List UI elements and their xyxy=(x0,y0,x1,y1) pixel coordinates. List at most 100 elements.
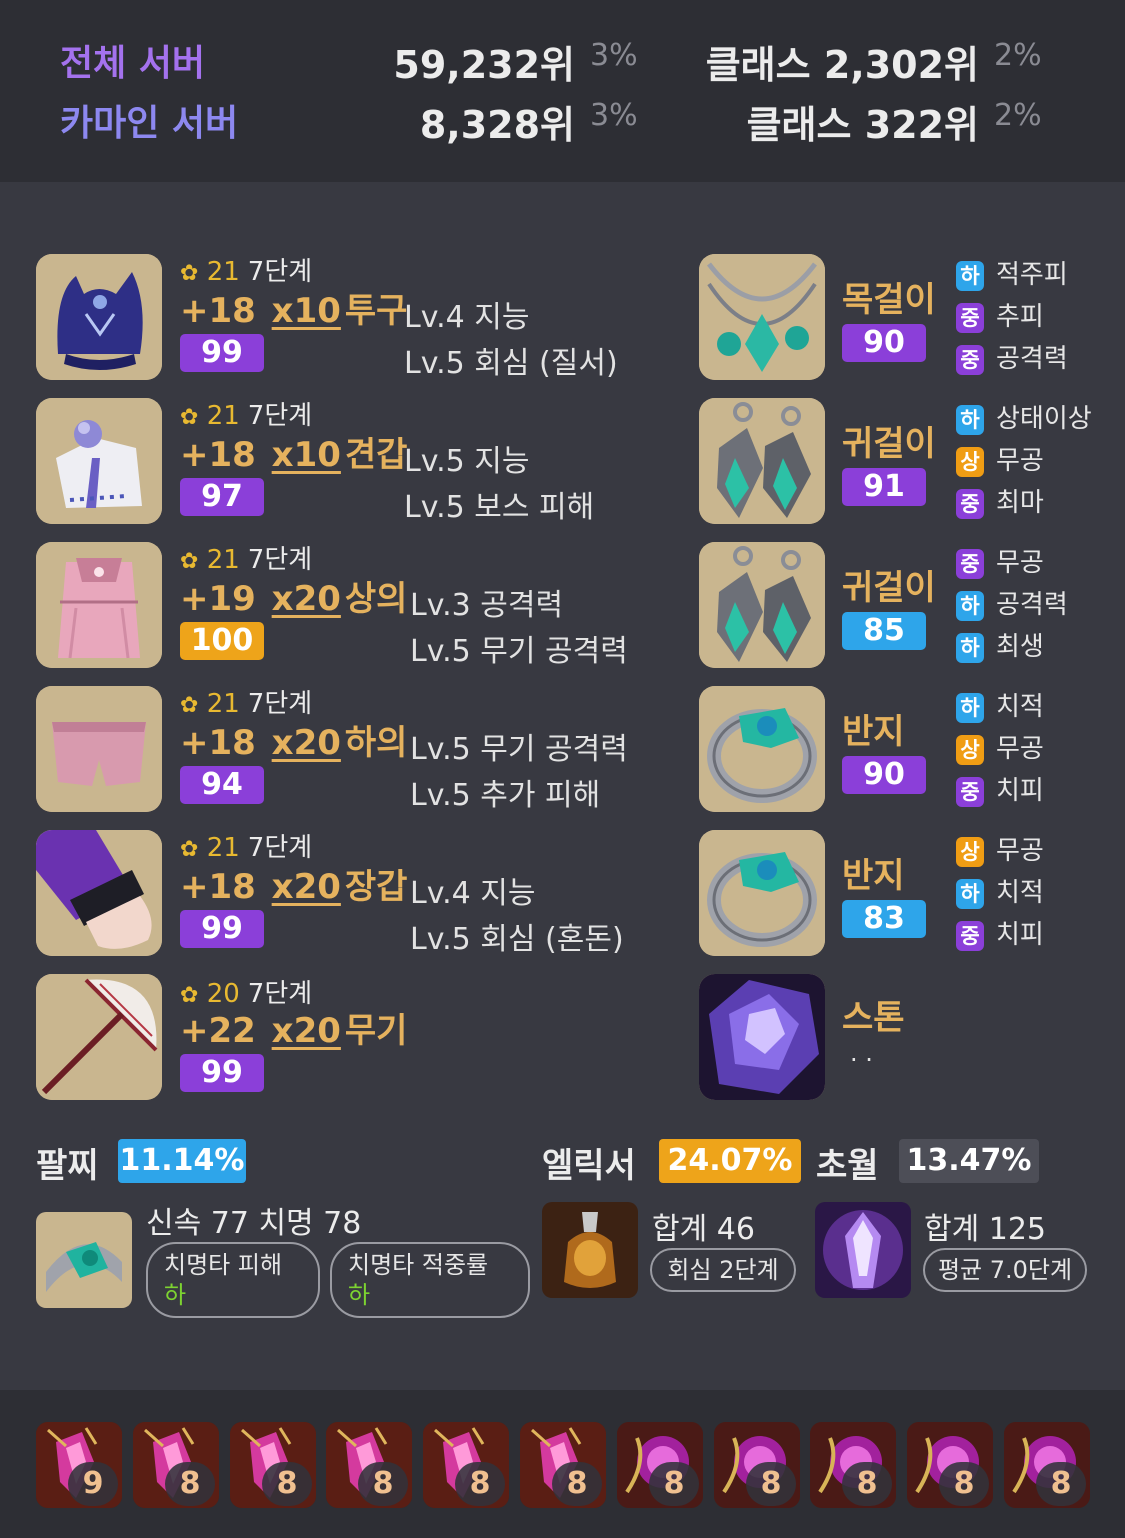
option-grade: 중 xyxy=(956,488,984,519)
upgrade-level: +18 xyxy=(180,435,256,475)
slot-name: 투구 xyxy=(344,291,408,331)
ranking-server-pct: 3% xyxy=(590,98,638,133)
ranking-server-name: 전체 서버 xyxy=(60,43,206,84)
earring-icon[interactable] xyxy=(699,542,825,668)
equipment-name: +22 x20 무기 xyxy=(180,1010,407,1052)
crimson-gem-icon[interactable]: 8 xyxy=(617,1422,703,1508)
quality-badge: 90 xyxy=(842,324,926,362)
annihilation-gem-icon[interactable]: 8 xyxy=(326,1422,412,1508)
option-text: 추피 xyxy=(996,302,1044,332)
annihilation-gem-icon[interactable]: 9 xyxy=(36,1422,122,1508)
engraving: Lv.5 무기 공격력 xyxy=(410,732,628,767)
accessory-option: 중 무공 xyxy=(956,546,1044,580)
equipment-tier: ✿ 21 7단계 xyxy=(180,256,312,288)
tier-step: 7단계 xyxy=(247,545,313,575)
crimson-gem-icon[interactable]: 8 xyxy=(1004,1422,1090,1508)
option-grade: 상 xyxy=(956,734,984,765)
option-grade: 하 xyxy=(956,878,984,909)
elixir-pct: 24.07% xyxy=(659,1139,801,1183)
necklace-icon[interactable] xyxy=(699,254,825,380)
pants-icon[interactable] xyxy=(36,686,162,812)
option-text: 무공 xyxy=(996,446,1044,476)
ability-stone-icon[interactable] xyxy=(699,974,825,1100)
crimson-gem-icon[interactable]: 8 xyxy=(907,1422,993,1508)
accessory-option: 하 적주피 xyxy=(956,258,1068,292)
earring-icon[interactable] xyxy=(699,398,825,524)
engraving: Lv.4 지능 xyxy=(410,876,536,911)
advanced-honing: x20 xyxy=(271,1011,341,1051)
stone-value: · · xyxy=(850,1046,873,1074)
advanced-honing: x10 xyxy=(271,291,341,331)
option-text: 최마 xyxy=(996,488,1044,518)
ranking-server-pct: 3% xyxy=(590,38,638,73)
leaf-icon: ✿ xyxy=(180,837,199,862)
option-grade: 중 xyxy=(956,776,984,807)
accessory-option: 하 최생 xyxy=(956,630,1044,664)
equipment-name: +19 x20 상의 xyxy=(180,578,407,620)
bracelet-pct: 11.14% xyxy=(118,1139,246,1183)
ring-icon[interactable] xyxy=(699,686,825,812)
accessory-option: 하 치적 xyxy=(956,690,1044,724)
crimson-gem-icon[interactable]: 8 xyxy=(714,1422,800,1508)
advanced-honing: x20 xyxy=(271,723,341,763)
gem-level: 8 xyxy=(165,1462,215,1506)
equipment-tier: ✿ 21 7단계 xyxy=(180,400,312,432)
transcend-crystal-icon[interactable] xyxy=(815,1202,911,1298)
annihilation-gem-icon[interactable]: 8 xyxy=(230,1422,316,1508)
option-text: 적주피 xyxy=(996,260,1068,290)
elixir-total: 합계 46 xyxy=(652,1212,755,1247)
bracelet-icon[interactable] xyxy=(36,1212,132,1308)
accessory-option: 하 공격력 xyxy=(956,588,1068,622)
option-text: 무공 xyxy=(996,836,1044,866)
leaf-icon: ✿ xyxy=(180,261,199,286)
tier-step: 7단계 xyxy=(247,689,313,719)
option-text: 공격력 xyxy=(996,344,1068,374)
elixir-bottle-icon[interactable] xyxy=(542,1202,638,1298)
option-grade: 하 xyxy=(956,590,984,621)
quality-badge: 99 xyxy=(180,334,264,372)
equipment-tier: ✿ 21 7단계 xyxy=(180,688,312,720)
chest-icon[interactable] xyxy=(36,542,162,668)
accessory-option: 하 상태이상 xyxy=(956,402,1092,436)
annihilation-gem-icon[interactable]: 8 xyxy=(133,1422,219,1508)
quality-badge: 90 xyxy=(842,756,926,794)
equipment-name: +18 x10 투구 xyxy=(180,290,407,332)
engraving: Lv.5 회심 (질서) xyxy=(404,346,618,381)
helmet-icon[interactable] xyxy=(36,254,162,380)
shoulder-icon[interactable] xyxy=(36,398,162,524)
leaf-icon: ✿ xyxy=(180,549,199,574)
gloves-icon[interactable] xyxy=(36,830,162,956)
option-text: 치피 xyxy=(996,920,1044,950)
accessory-option: 중 치피 xyxy=(956,918,1044,952)
accessory-option: 상 무공 xyxy=(956,732,1044,766)
equipment-tier: ✿ 20 7단계 xyxy=(180,978,312,1010)
crimson-gem-icon[interactable]: 8 xyxy=(810,1422,896,1508)
ring-icon[interactable] xyxy=(699,830,825,956)
annihilation-gem-icon[interactable]: 8 xyxy=(520,1422,606,1508)
transcend-pct: 13.47% xyxy=(899,1139,1039,1183)
annihilation-gem-icon[interactable]: 8 xyxy=(423,1422,509,1508)
ranking-class-rank: 클래스 322위 xyxy=(746,103,979,147)
engraving: Lv.4 지능 xyxy=(404,300,530,335)
accessory-option: 중 치피 xyxy=(956,774,1044,808)
quality-badge: 83 xyxy=(842,900,926,938)
accessory-name: 반지 xyxy=(842,712,905,752)
option-grade: 하 xyxy=(956,692,984,723)
gem-level: 8 xyxy=(455,1462,505,1506)
engraving: Lv.5 지능 xyxy=(404,444,530,479)
slot-name: 상의 xyxy=(344,579,408,619)
accessory-name: 반지 xyxy=(842,856,905,896)
weapon-umbrella-icon[interactable] xyxy=(36,974,162,1100)
accessory-name: 목걸이 xyxy=(842,280,936,320)
tier-step: 7단계 xyxy=(247,979,313,1009)
option-text: 무공 xyxy=(996,548,1044,578)
ranking-server-name: 카마인 서버 xyxy=(60,103,239,144)
upgrade-level: +19 xyxy=(180,579,256,619)
upgrade-level: +18 xyxy=(180,867,256,907)
quality-badge: 97 xyxy=(180,478,264,516)
elixir-label: 엘릭서 xyxy=(542,1146,636,1186)
option-text: 최생 xyxy=(996,632,1044,662)
upgrade-level: +22 xyxy=(180,1011,256,1051)
equipment-tier: ✿ 21 7단계 xyxy=(180,544,312,576)
accessory-name: 귀걸이 xyxy=(842,568,936,608)
